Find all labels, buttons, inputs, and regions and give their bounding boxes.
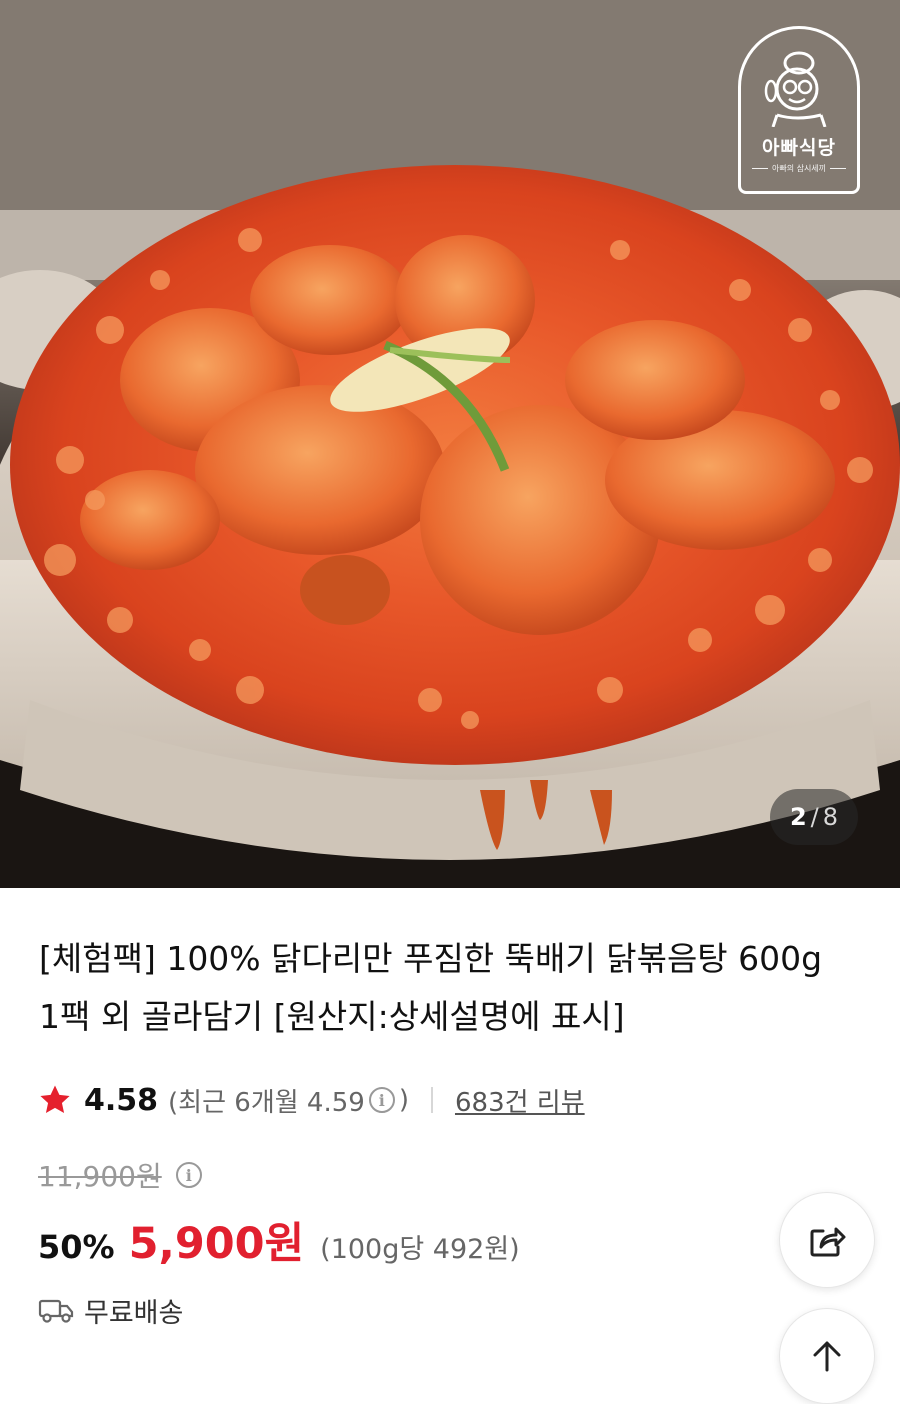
- brand-name: 아빠식당: [762, 137, 836, 159]
- price-row: 50% 5,900원 (100g당 492원): [38, 1209, 520, 1269]
- truck-icon: [38, 1299, 74, 1323]
- star-icon: [40, 1085, 70, 1114]
- unit-price: (100g당 492원): [320, 1234, 520, 1265]
- scroll-top-button[interactable]: [779, 1308, 875, 1404]
- arrow-up-icon: [813, 1341, 841, 1372]
- total-pages: 8: [822, 803, 839, 831]
- recent-rating: (최근 6개월 4.59 i ): [168, 1082, 409, 1119]
- discount-rate: 50%: [38, 1228, 115, 1266]
- product-title: [체험팩] 100% 닭다리만 푸짐한 뚝배기 닭볶음탕 600g 1팩 외 골…: [39, 939, 823, 1036]
- recent-rating-label: (최근 6개월 4.59: [168, 1087, 365, 1118]
- current-page: 2: [789, 803, 807, 831]
- info-icon[interactable]: i: [368, 1087, 395, 1113]
- recent-rating-close: ): [398, 1085, 409, 1115]
- original-price-row: 11,900원 i: [38, 1153, 206, 1197]
- divider: [430, 1087, 433, 1113]
- product-image-gallery[interactable]: 아빠식당 아빠의 삼시세끼 2 / 8: [0, 0, 900, 888]
- price-info-icon[interactable]: i: [175, 1162, 202, 1188]
- shipping-row: 무료배송: [38, 1288, 183, 1332]
- rating-row: 4.58 (최근 6개월 4.59 i ) 683건 리뷰: [38, 1078, 585, 1122]
- rating-value: 4.58: [84, 1082, 159, 1118]
- brand-logo: 아빠식당 아빠의 삼시세끼: [738, 26, 860, 194]
- chef-mascot-icon: [764, 51, 827, 127]
- image-page-indicator: 2 / 8: [770, 789, 858, 845]
- review-count-link[interactable]: 683건 리뷰: [455, 1082, 585, 1119]
- share-button[interactable]: [779, 1192, 875, 1288]
- brand-tagline: 아빠의 삼시세끼: [741, 163, 857, 174]
- sale-price: 5,900원: [128, 1219, 305, 1269]
- page-separator: /: [810, 803, 819, 831]
- share-icon: [810, 1227, 846, 1257]
- original-price: 11,900원: [38, 1160, 162, 1193]
- shipping-label: 무료배송: [84, 1297, 184, 1329]
